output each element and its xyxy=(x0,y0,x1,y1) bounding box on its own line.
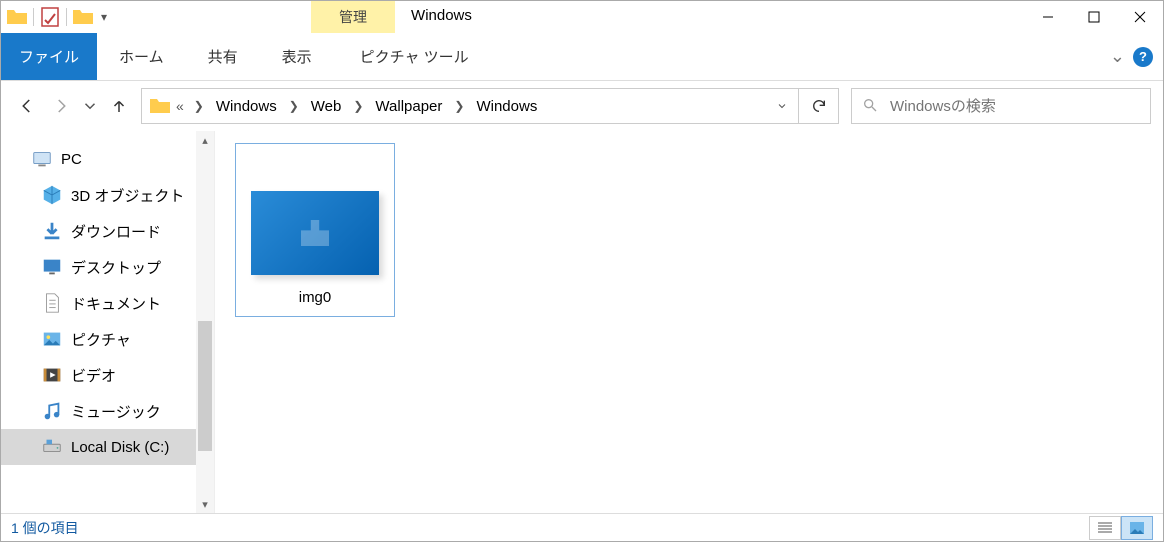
tab-file[interactable]: ファイル xyxy=(1,33,97,80)
chevron-right-icon[interactable]: ❯ xyxy=(279,99,309,113)
details-view-button[interactable] xyxy=(1089,516,1121,540)
tree-item-downloads[interactable]: ダウンロード xyxy=(1,213,196,249)
tab-home[interactable]: ホーム xyxy=(97,33,186,80)
breadcrumb-item[interactable]: Windows xyxy=(214,98,279,115)
tree-item-videos[interactable]: ビデオ xyxy=(1,357,196,393)
minimize-button[interactable] xyxy=(1025,1,1071,33)
new-folder-icon[interactable] xyxy=(71,5,95,29)
forward-button[interactable] xyxy=(47,90,75,122)
tree-label: Local Disk (C:) xyxy=(71,439,169,456)
chevron-right-icon[interactable]: ❯ xyxy=(343,99,373,113)
search-box[interactable] xyxy=(851,88,1151,124)
3d-objects-icon xyxy=(41,184,63,206)
tab-share[interactable]: 共有 xyxy=(186,33,260,80)
close-button[interactable] xyxy=(1117,1,1163,33)
window-title: Windows xyxy=(395,1,488,33)
address-bar[interactable]: «❯ Windows❯ Web❯ Wallpaper❯ Windows xyxy=(142,89,766,123)
status-bar: 1 個の項目 xyxy=(1,513,1163,541)
scrollbar-thumb[interactable] xyxy=(198,321,212,451)
status-item-count: 1 個の項目 xyxy=(11,518,79,538)
tree-label: ビデオ xyxy=(71,365,116,386)
documents-icon xyxy=(41,292,63,314)
chevron-right-icon[interactable]: ❯ xyxy=(444,99,474,113)
tree-label: ミュージック xyxy=(71,401,161,422)
tree-scrollbar[interactable]: ▴ ▾ xyxy=(196,131,214,513)
thumbnails-view-button[interactable] xyxy=(1121,516,1153,540)
tab-picture-tools[interactable]: ピクチャ ツール xyxy=(334,33,495,80)
tree-label: デスクトップ xyxy=(71,257,161,278)
tree-item-desktop[interactable]: デスクトップ xyxy=(1,249,196,285)
tree-item-pc[interactable]: PC xyxy=(1,141,196,177)
search-icon xyxy=(862,97,878,116)
back-button[interactable] xyxy=(13,90,41,122)
qat-separator xyxy=(66,8,67,26)
tree-item-documents[interactable]: ドキュメント xyxy=(1,285,196,321)
pictures-icon xyxy=(41,328,63,350)
tree-item-3d-objects[interactable]: 3D オブジェクト xyxy=(1,177,196,213)
search-input[interactable] xyxy=(890,98,1140,115)
videos-icon xyxy=(41,364,63,386)
drive-icon xyxy=(41,436,63,458)
file-item[interactable]: img0 xyxy=(235,143,395,317)
chevron-right-icon[interactable]: ❯ xyxy=(184,99,214,113)
file-list-pane[interactable]: img0 xyxy=(214,131,1163,513)
properties-icon[interactable] xyxy=(38,5,62,29)
file-name-label: img0 xyxy=(299,289,332,308)
tree-label: ピクチャ xyxy=(71,329,131,350)
scroll-down-icon[interactable]: ▾ xyxy=(196,495,214,513)
breadcrumb-overflow[interactable]: « xyxy=(174,98,184,114)
pc-icon xyxy=(31,148,53,170)
address-dropdown[interactable] xyxy=(766,89,798,123)
titlebar: ▾ 管理 Windows xyxy=(1,1,1163,33)
tree-item-pictures[interactable]: ピクチャ xyxy=(1,321,196,357)
qat-customize-dropdown[interactable]: ▾ xyxy=(97,10,111,24)
tree-label: ダウンロード xyxy=(71,221,161,242)
app-folder-icon xyxy=(5,5,29,29)
navigation-tree: PC 3D オブジェクト ダウンロード デスクトップ ドキュメント ピクチャ xyxy=(1,131,214,513)
up-button[interactable] xyxy=(105,90,133,122)
ribbon-tabs: ファイル ホーム 共有 表示 ピクチャ ツール ⌄ ? xyxy=(1,33,1163,81)
breadcrumb-item[interactable]: Wallpaper xyxy=(373,98,444,115)
tree-label: 3D オブジェクト xyxy=(71,185,184,206)
tree-item-local-disk-c[interactable]: Local Disk (C:) xyxy=(1,429,196,465)
tree-label: ドキュメント xyxy=(71,293,161,314)
ribbon-expand-icon[interactable]: ⌄ xyxy=(1110,46,1125,67)
location-folder-icon xyxy=(148,94,172,118)
breadcrumb-item[interactable]: Web xyxy=(309,98,344,115)
downloads-icon xyxy=(41,220,63,242)
desktop-icon xyxy=(41,256,63,278)
navigation-bar: «❯ Windows❯ Web❯ Wallpaper❯ Windows xyxy=(1,81,1163,131)
help-button[interactable]: ? xyxy=(1133,47,1153,67)
contextual-tab-header: 管理 xyxy=(311,1,395,33)
qat-separator xyxy=(33,8,34,26)
tree-label: PC xyxy=(61,151,82,168)
maximize-button[interactable] xyxy=(1071,1,1117,33)
tree-item-music[interactable]: ミュージック xyxy=(1,393,196,429)
scroll-up-icon[interactable]: ▴ xyxy=(196,131,214,149)
recent-locations-dropdown[interactable] xyxy=(81,90,99,122)
tab-view[interactable]: 表示 xyxy=(260,33,334,80)
image-thumbnail xyxy=(251,191,379,275)
breadcrumb-item[interactable]: Windows xyxy=(474,98,539,115)
refresh-button[interactable] xyxy=(798,89,838,123)
music-icon xyxy=(41,400,63,422)
